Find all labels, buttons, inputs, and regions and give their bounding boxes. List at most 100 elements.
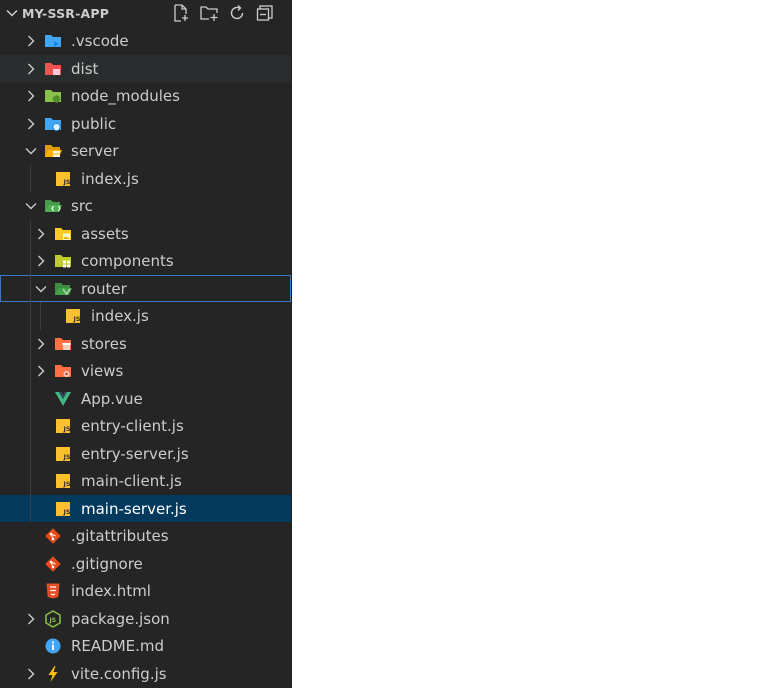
- chevron-right-icon[interactable]: [34, 227, 48, 241]
- tree-item-label: public: [71, 114, 117, 133]
- tree-item-label: server: [71, 142, 119, 160]
- chevron-right-icon[interactable]: [24, 62, 38, 76]
- indent-guide: [30, 247, 31, 275]
- javascript-file-icon: JS: [54, 472, 72, 490]
- tree-item-label: .vscode: [71, 32, 129, 50]
- tree-item-label: main-server.js: [81, 499, 187, 518]
- tree-item-label: components: [81, 252, 174, 270]
- tree-item-server[interactable]: server: [0, 137, 291, 165]
- tree-item-stores[interactable]: stores: [0, 329, 291, 357]
- tree-item-label: index.html: [71, 582, 151, 600]
- explorer-header[interactable]: MY-SSR-APP: [0, 0, 291, 27]
- tree-item-label: router: [81, 279, 127, 298]
- folder-src-open-icon: [44, 197, 62, 215]
- javascript-file-icon: JS: [54, 417, 72, 435]
- workspace-title: MY-SSR-APP: [22, 6, 110, 21]
- chevron-right-icon[interactable]: [34, 254, 48, 268]
- chevron-down-icon[interactable]: [5, 6, 19, 20]
- tree-item-gitattributes[interactable]: .gitattributes: [0, 522, 291, 550]
- svg-text:JS: JS: [63, 508, 71, 516]
- tree-item-main-server-js[interactable]: JS main-server.js: [0, 494, 291, 522]
- tree-item-label: .gitignore: [71, 554, 143, 573]
- tree-item-vscode[interactable]: .vscode: [0, 27, 291, 55]
- tree-item-label: src: [71, 197, 93, 215]
- svg-text:JS: JS: [63, 178, 71, 186]
- indent-guide: [30, 412, 31, 440]
- tree-item-main-client-js[interactable]: JS main-client.js: [0, 467, 291, 495]
- info-file-icon: [44, 637, 62, 655]
- tree-item-label: index.js: [91, 307, 149, 325]
- tree-item-views[interactable]: views: [0, 357, 291, 385]
- tree-item-router[interactable]: router: [0, 274, 291, 302]
- indent-guide: [30, 357, 31, 385]
- chevron-right-icon[interactable]: [34, 364, 48, 378]
- tree-item-label: stores: [81, 334, 127, 353]
- chevron-right-icon[interactable]: [24, 89, 38, 103]
- tree-item-vite-config-js[interactable]: vite.config.js: [0, 660, 291, 688]
- tree-item-package-json[interactable]: JS package.json: [0, 605, 291, 633]
- tree-item-label: .gitattributes: [71, 527, 169, 545]
- tree-item-index-js[interactable]: JS index.js: [0, 302, 291, 330]
- chevron-right-icon[interactable]: [24, 34, 38, 48]
- tree-item-index-html[interactable]: index.html: [0, 577, 291, 605]
- chevron-right-icon[interactable]: [24, 117, 38, 131]
- tree-item-assets[interactable]: assets: [0, 219, 291, 247]
- tree-item-public[interactable]: public: [0, 110, 291, 138]
- collapse-all-icon[interactable]: [255, 3, 275, 23]
- chevron-right-icon[interactable]: [24, 612, 38, 626]
- folder-router-open-icon: [54, 280, 72, 298]
- svg-text:JS: JS: [49, 617, 57, 624]
- tree-item-readme-md[interactable]: README.md: [0, 632, 291, 660]
- tree-item-label: main-client.js: [81, 472, 182, 490]
- refresh-icon[interactable]: [227, 3, 247, 23]
- indent-guide: [30, 164, 31, 192]
- svg-text:JS: JS: [73, 315, 81, 323]
- tree-item-label: assets: [81, 224, 129, 243]
- javascript-file-icon: JS: [54, 445, 72, 463]
- new-file-icon[interactable]: [171, 3, 191, 23]
- html-file-icon: [44, 582, 62, 600]
- tree-item-gitignore[interactable]: .gitignore: [0, 550, 291, 578]
- git-file-icon: [44, 527, 62, 545]
- tree-item-entry-client-js[interactable]: JS entry-client.js: [0, 412, 291, 440]
- chevron-down-icon[interactable]: [34, 282, 48, 296]
- tree-item-label: App.vue: [81, 389, 143, 408]
- folder-views-icon: [54, 362, 72, 380]
- tree-item-app-vue[interactable]: App.vue: [0, 384, 291, 412]
- javascript-file-icon: JS: [54, 500, 72, 518]
- chevron-right-icon[interactable]: [34, 337, 48, 351]
- folder-components-icon: [54, 252, 72, 270]
- indent-guide: [30, 384, 31, 412]
- new-folder-icon[interactable]: [199, 3, 219, 23]
- tree-item-index-js[interactable]: JS index.js: [0, 164, 291, 192]
- explorer-actions: [171, 3, 275, 23]
- vue-file-icon: [54, 390, 72, 408]
- indent-guide: [30, 329, 31, 357]
- tree-item-components[interactable]: components: [0, 247, 291, 275]
- tree-item-node-modules[interactable]: node_modules: [0, 82, 291, 110]
- tree-item-label: entry-client.js: [81, 417, 184, 435]
- tree-item-src[interactable]: src: [0, 192, 291, 220]
- indent-guide: [30, 439, 31, 467]
- tree-item-label: dist: [71, 59, 99, 78]
- javascript-file-icon: JS: [54, 170, 72, 188]
- folder-node-icon: [44, 87, 62, 105]
- folder-public-icon: [44, 115, 62, 133]
- tree-item-dist[interactable]: dist: [0, 54, 291, 82]
- chevron-down-icon[interactable]: [24, 199, 38, 213]
- chevron-down-icon[interactable]: [24, 144, 38, 158]
- git-file-icon: [44, 555, 62, 573]
- indent-guide: [30, 219, 31, 247]
- chevron-right-icon[interactable]: [24, 667, 38, 681]
- folder-server-open-icon: [44, 142, 62, 160]
- folder-stores-icon: [54, 335, 72, 353]
- indent-guide: [30, 467, 31, 495]
- indent-guide: [30, 274, 31, 302]
- indent-guide: [30, 494, 31, 522]
- tree-item-entry-server-js[interactable]: JS entry-server.js: [0, 439, 291, 467]
- svg-text:JS: JS: [63, 425, 71, 433]
- javascript-file-icon: JS: [64, 307, 82, 325]
- indent-guide: [40, 302, 41, 330]
- svg-text:JS: JS: [63, 480, 71, 488]
- tree-item-label: package.json: [71, 609, 170, 628]
